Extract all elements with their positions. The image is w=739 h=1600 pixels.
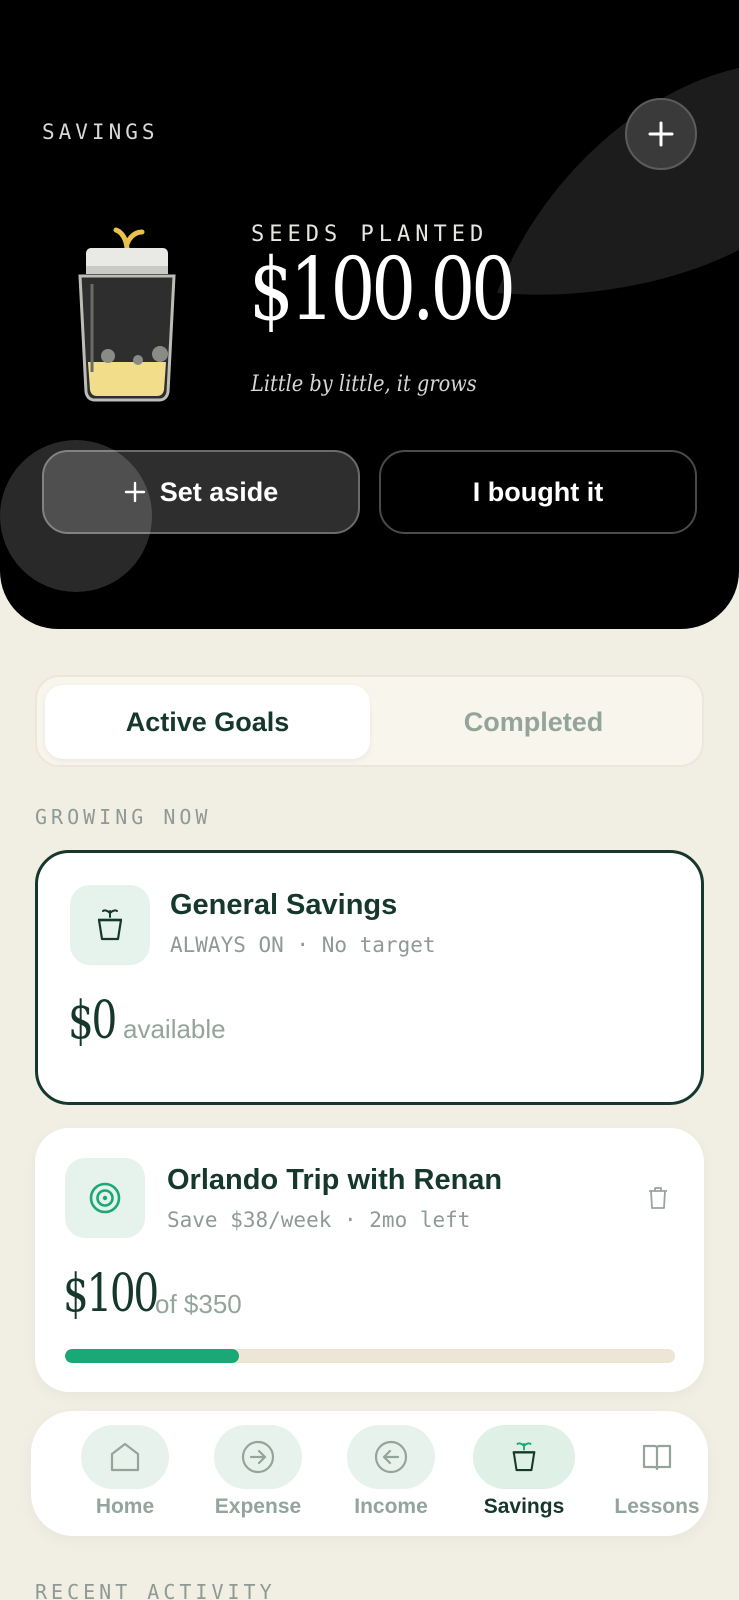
nav-lessons[interactable]: Lessons	[590, 1425, 724, 1525]
nav-label: Lessons	[614, 1495, 700, 1518]
goal-tabs: Active Goals Completed	[35, 675, 704, 767]
recent-activity-heading: RECENT ACTIVITY	[35, 1580, 276, 1600]
goal-amount-suffix: available	[123, 1014, 226, 1044]
goal-card-orlando-trip[interactable]: Orlando Trip with Renan Save $38/week · …	[35, 1128, 704, 1392]
i-bought-it-label: I bought it	[472, 476, 604, 507]
goal-subtitle: ALWAYS ON · No target	[170, 933, 436, 957]
goal-card-general-savings[interactable]: General Savings ALWAYS ON · No target $0…	[35, 850, 704, 1105]
goal-title: Orlando Trip with Renan	[167, 1164, 503, 1196]
goal-icon-box	[70, 885, 150, 965]
goal-amount: $100	[63, 1264, 159, 1324]
nav-income[interactable]: Income	[324, 1425, 458, 1525]
goal-icon-box	[65, 1158, 145, 1238]
nav-savings[interactable]: Savings	[457, 1425, 591, 1525]
nav-expense[interactable]: Expense	[191, 1425, 325, 1525]
tagline: Little by little, it grows	[251, 372, 477, 397]
nav-pill	[347, 1425, 435, 1489]
nav-home[interactable]: Home	[58, 1425, 192, 1525]
nav-pill	[81, 1425, 169, 1489]
target-icon	[89, 1182, 121, 1214]
goal-progress-bar	[65, 1349, 675, 1363]
nav-pill-active	[473, 1425, 575, 1489]
book-icon	[642, 1444, 672, 1471]
goal-amount: $0	[68, 991, 117, 1051]
tab-completed[interactable]: Completed	[371, 685, 696, 759]
goal-title: General Savings	[170, 889, 398, 921]
goal-subtitle: Save $38/week · 2mo left	[167, 1208, 471, 1232]
arrow-right-circle-icon	[241, 1440, 275, 1474]
jar-icon	[512, 1442, 536, 1472]
i-bought-it-button[interactable]: I bought it	[379, 450, 697, 534]
home-icon	[110, 1442, 140, 1472]
savings-hero: SAVINGS SEEDS PLANTED $100.00 Little by …	[0, 0, 739, 629]
nav-label: Savings	[483, 1495, 565, 1518]
add-goal-button[interactable]	[625, 98, 697, 170]
jar-icon	[97, 909, 123, 941]
growing-now-heading: GROWING NOW	[35, 805, 212, 829]
nav-pill	[214, 1425, 302, 1489]
arrow-left-circle-icon	[374, 1440, 408, 1474]
tab-active-goals[interactable]: Active Goals	[45, 685, 370, 759]
set-aside-label: Set aside	[159, 476, 279, 507]
bottom-nav: Home Expense Income Savings Lessons	[31, 1411, 708, 1536]
touch-ripple	[0, 440, 152, 592]
nav-label: Expense	[214, 1495, 302, 1518]
nav-label: Home	[95, 1495, 155, 1518]
goal-amount-suffix: of $350	[155, 1289, 242, 1319]
nav-label: Income	[354, 1495, 428, 1518]
seed-jar-illustration	[78, 227, 176, 402]
trash-icon[interactable]	[647, 1186, 669, 1210]
seeds-planted-amount: $100.00	[249, 240, 516, 340]
page-title: SAVINGS	[42, 120, 159, 144]
goal-progress-fill	[65, 1349, 240, 1363]
plus-icon	[648, 121, 674, 147]
nav-pill	[613, 1425, 701, 1489]
